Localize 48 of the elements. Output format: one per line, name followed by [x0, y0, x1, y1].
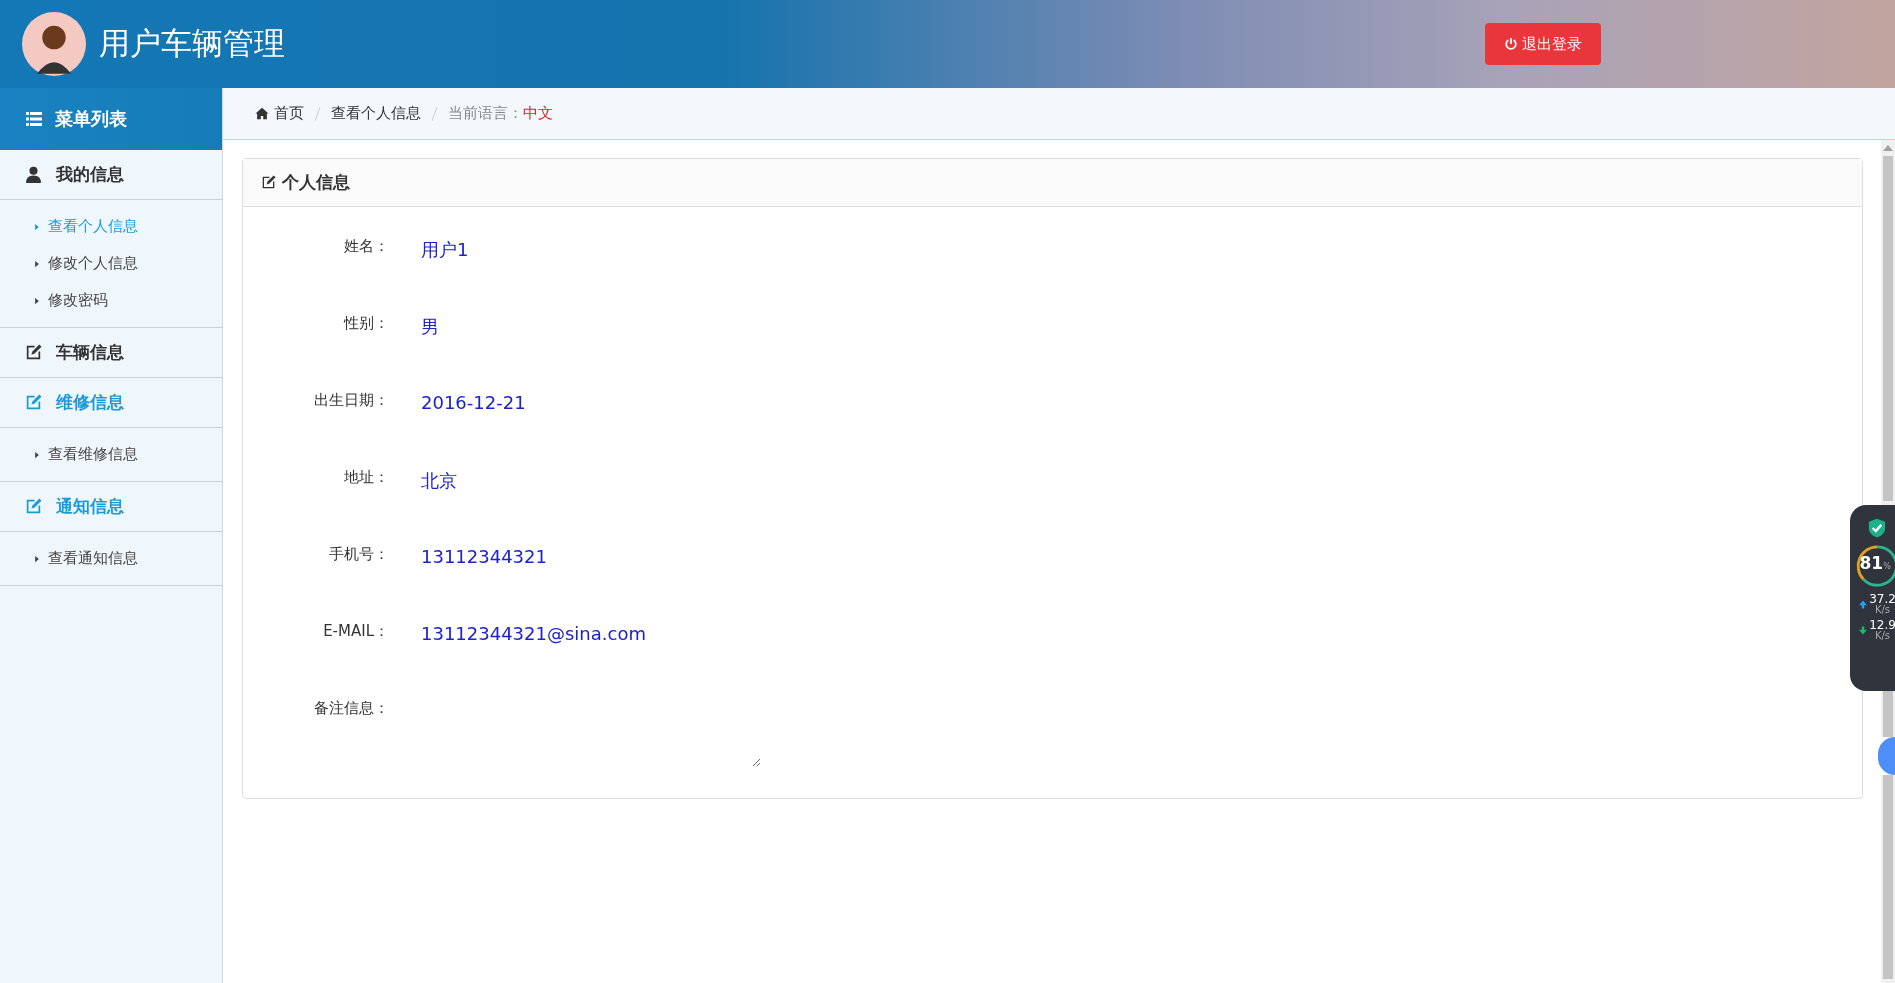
- speed-value: 37.2: [1869, 593, 1895, 605]
- edit-icon: [261, 175, 276, 190]
- breadcrumb-link[interactable]: 首页: [255, 104, 304, 123]
- sidebar-title: 菜单列表: [55, 107, 127, 131]
- menu-group[interactable]: 车辆信息: [0, 328, 222, 378]
- scrollbar[interactable]: [1881, 140, 1895, 505]
- avatar-icon: [22, 12, 86, 76]
- field-label: 出生日期：: [313, 390, 389, 410]
- field-value: 2016-12-21: [421, 391, 526, 413]
- power-icon: [1504, 37, 1518, 51]
- card-title: 个人信息: [282, 171, 350, 194]
- scrollbar-thumb[interactable]: [1881, 691, 1895, 737]
- field-value: 用户1: [421, 238, 469, 262]
- field-label: E-MAIL：: [322, 621, 389, 641]
- edit-icon: [25, 498, 42, 515]
- list-icon: [25, 111, 43, 127]
- floating-button[interactable]: [1878, 737, 1895, 775]
- language-label: 当前语言：: [448, 104, 523, 123]
- upload-arrow-icon: [1859, 599, 1868, 609]
- breadcrumb-link[interactable]: 查看个人信息: [331, 104, 421, 123]
- usage-reading: 81%: [1859, 555, 1891, 572]
- shield-icon: [1866, 517, 1887, 539]
- edit-icon: [25, 394, 42, 411]
- field-value: 13112344321: [421, 545, 547, 567]
- edit-icon: [25, 344, 42, 361]
- user-icon: [25, 166, 42, 183]
- menu-item[interactable]: 查看维修信息: [0, 436, 222, 473]
- field-label: 手机号：: [328, 544, 389, 564]
- home-icon: [255, 107, 269, 120]
- field-label: 备注信息：: [313, 698, 389, 718]
- scrollbar-thumb[interactable]: [1881, 775, 1895, 983]
- logout-button[interactable]: 退出登录: [1485, 23, 1601, 65]
- menu-group[interactable]: 我的信息: [0, 150, 222, 200]
- speed-unit: K/s: [1874, 605, 1891, 615]
- field-value: 北京: [421, 469, 457, 493]
- field-label: 地址：: [343, 467, 389, 487]
- menu-item[interactable]: 修改个人信息: [0, 245, 222, 282]
- language-value: 中文: [523, 104, 553, 123]
- field-label: 性别：: [342, 313, 389, 333]
- field-label: 姓名：: [343, 236, 389, 256]
- app-title: 用户车辆管理: [99, 24, 285, 63]
- field-value: 13112344321@sina.com: [421, 622, 646, 644]
- download-arrow-icon: [1859, 625, 1868, 635]
- speed-unit: K/s: [1874, 631, 1891, 641]
- field-value: 男: [421, 315, 439, 339]
- menu-item[interactable]: 修改密码: [0, 282, 222, 319]
- speed-value: 12.9: [1869, 619, 1895, 631]
- menu-item[interactable]: 查看通知信息: [0, 540, 222, 577]
